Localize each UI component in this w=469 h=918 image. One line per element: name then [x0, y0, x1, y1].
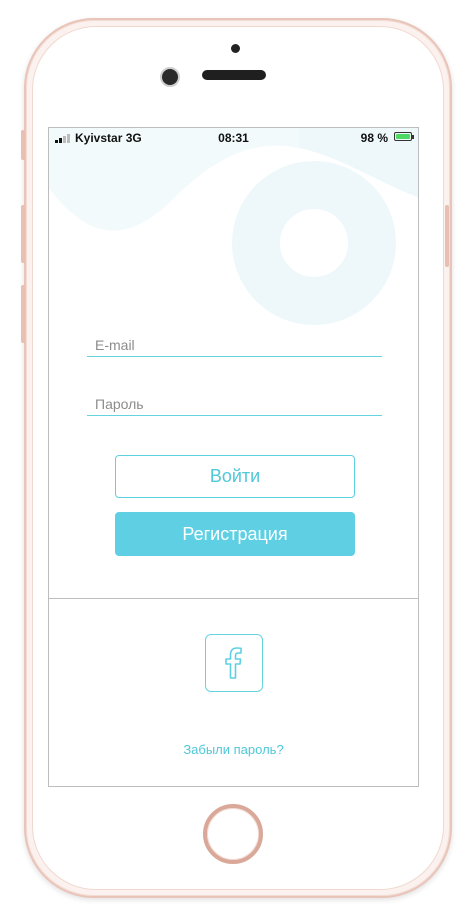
- password-field[interactable]: [87, 387, 382, 416]
- password-input[interactable]: [87, 387, 382, 415]
- facebook-login-button[interactable]: [205, 634, 263, 692]
- register-button-label: Регистрация: [182, 523, 288, 544]
- front-camera-icon: [160, 67, 180, 87]
- battery-charging-icon: [394, 132, 414, 141]
- status-bar: Kyivstar 3G 08:31 98 %: [49, 128, 418, 148]
- email-field[interactable]: [87, 328, 382, 357]
- power-button: [445, 205, 449, 267]
- app-screen: Kyivstar 3G 08:31 98 % Войти Регистрация…: [48, 127, 419, 787]
- mute-switch: [21, 130, 25, 160]
- section-divider: [49, 598, 418, 599]
- login-button[interactable]: Войти: [115, 455, 355, 498]
- login-button-label: Войти: [209, 466, 261, 486]
- facebook-icon: [225, 647, 242, 679]
- earpiece-speaker: [202, 70, 266, 80]
- register-button[interactable]: Регистрация: [115, 512, 355, 556]
- volume-up-button: [21, 205, 25, 263]
- home-button[interactable]: [203, 804, 263, 864]
- volume-down-button: [21, 285, 25, 343]
- proximity-sensor: [231, 44, 240, 53]
- battery-percent: 98 %: [360, 131, 388, 145]
- forgot-password-link[interactable]: Забыли пароль?: [49, 742, 418, 757]
- email-input[interactable]: [87, 328, 382, 356]
